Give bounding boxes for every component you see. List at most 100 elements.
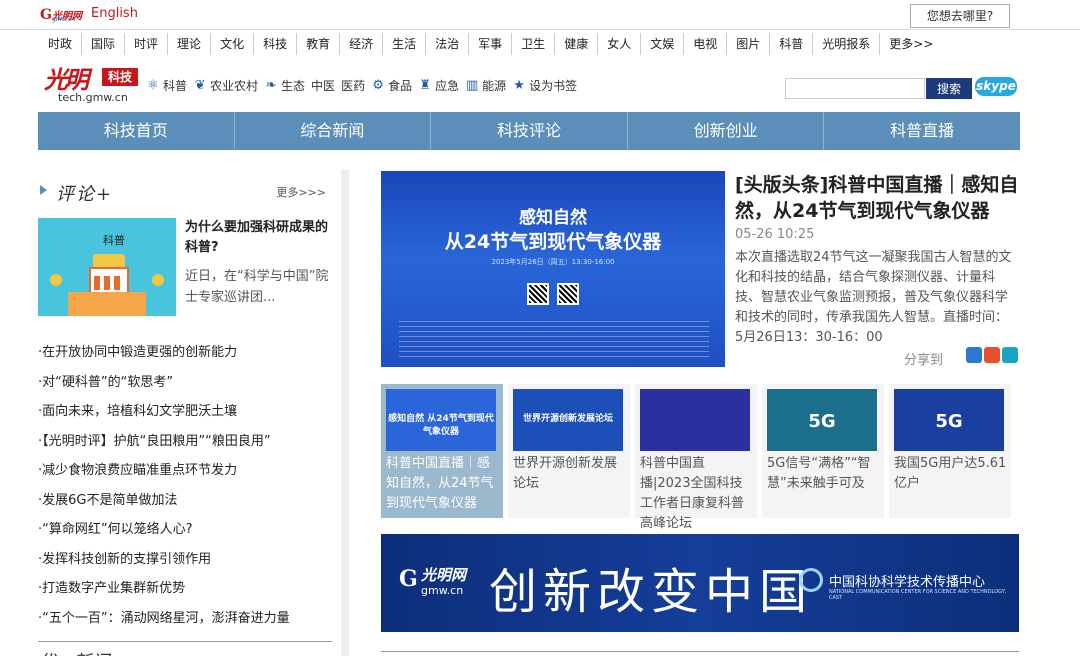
channel-link[interactable]: 光明报系 <box>812 33 879 55</box>
thumbnail-image[interactable]: 5G <box>894 389 1004 451</box>
thumbnail-caption[interactable]: 世界开源创新发展论坛 <box>513 454 627 494</box>
banner-slogan: 创新改变中国 <box>489 564 814 620</box>
news-list-item[interactable]: ·【光明时评】护航“良田粮用”“粮田良用” <box>38 427 332 457</box>
more-link[interactable]: 更多>>> <box>276 184 326 200</box>
channel-link[interactable]: 经济 <box>339 33 382 55</box>
wheat-icon: ❦ <box>194 77 206 93</box>
headline-image[interactable]: 感知自然 从24节气到现代气象仪器 2023年5月26日（周五）13:30-16… <box>381 171 725 367</box>
thumbnail-item[interactable]: 世界开源创新发展论坛 世界开源创新发展论坛 <box>508 384 630 518</box>
leaf-icon: ❧ <box>265 77 277 93</box>
thumbnail-caption[interactable]: 5G信号“满格”“智慧”未来触手可及 <box>767 454 881 494</box>
siren-icon: ♜ <box>419 77 431 93</box>
channel-link[interactable]: 法治 <box>425 33 468 55</box>
section-title: 评论+ <box>56 184 114 205</box>
category-link[interactable]: ★ 设为书签 <box>512 77 577 94</box>
channel-link[interactable]: 健康 <box>554 33 597 55</box>
channel-link[interactable]: 时政 <box>40 33 81 55</box>
thumbnail-image[interactable]: 感知自然 从24节气到现代气象仪器 <box>386 389 496 451</box>
news-list-item[interactable]: ·减少食物浪费应瞄准重点环节发力 <box>38 456 332 486</box>
gmw-logo[interactable]: G 光明网 gmw.cn <box>40 7 84 23</box>
category-link[interactable]: ♜ 应急 <box>418 77 459 94</box>
feature-desc: 近日，在“科学与中国”院士专家巡讲团... <box>185 269 329 305</box>
category-label: 应急 <box>435 79 460 93</box>
thumbnail-caption[interactable]: 科普中国直播｜感知自然，从24节气到现代气象仪器 <box>386 454 500 514</box>
channel-link[interactable]: 文化 <box>210 33 253 55</box>
news-list-item[interactable]: ·打造数字产业集群新优势 <box>38 574 332 604</box>
main-nav-item[interactable]: 科技首页 <box>38 112 234 150</box>
channel-link[interactable]: 教育 <box>296 33 339 55</box>
channel-link[interactable]: 女人 <box>597 33 640 55</box>
wechat-share-icon[interactable] <box>1002 347 1018 363</box>
banner-logo-g: G <box>399 566 418 592</box>
share-label: 分享到 <box>904 353 944 368</box>
news-list-item[interactable]: ·“算命网红”何以笼络人心? <box>38 515 332 545</box>
category-label: 科普 <box>163 79 188 93</box>
news-list-item[interactable]: ·对“硬科普”的“软思考” <box>38 368 332 398</box>
channel-link[interactable]: 理论 <box>167 33 210 55</box>
category-link[interactable]: ❦ 农业农村 <box>193 77 258 94</box>
channel-link[interactable]: 图片 <box>726 33 769 55</box>
category-label: 中医 <box>311 79 336 93</box>
qzone-share-icon[interactable] <box>966 347 982 363</box>
thumbnail-item[interactable]: 5G 5G信号“满格”“智慧”未来触手可及 <box>762 384 884 518</box>
channel-nav: 时政 国际 时评 理论 文化 科技 教育 经济 生活 法治 军事 卫生 健康 女人 文娱 电视 图片 科普 光明报系… <box>40 33 942 55</box>
thumbnail-image-text: 5G <box>808 411 836 432</box>
weibo-share-icon[interactable] <box>984 347 1000 363</box>
category-link[interactable]: ▥ 能源 <box>465 77 506 94</box>
category-link[interactable]: 中医 <box>311 77 335 94</box>
star-icon: ★ <box>513 77 525 93</box>
main-nav-item[interactable]: 科技评论 <box>430 112 627 150</box>
channel-link[interactable]: 卫生 <box>511 33 554 55</box>
innovation-banner[interactable]: G 光明网 gmw.cn 创新改变中国 中国科协科学技术传播中心 NATIONA… <box>381 534 1019 632</box>
channel-link[interactable]: 更多>> <box>879 33 942 55</box>
site-logo-brand: 光明 <box>44 65 89 94</box>
news-list-item[interactable]: ·面向未来，培植科幻文学肥沃土壤 <box>38 397 332 427</box>
news-list-item[interactable]: ·发展6G不是简单做加法 <box>38 486 332 516</box>
channel-link[interactable]: 军事 <box>468 33 511 55</box>
gmw-logo-sub: gmw.cn <box>52 16 76 23</box>
headline-title[interactable]: [头版头条]科普中国直播｜感知自然，从24节气到现代气象仪器 <box>735 172 1020 224</box>
category-link[interactable]: ❧ 生态 <box>264 77 305 94</box>
gmw-logo-g: G <box>40 7 52 23</box>
channel-link[interactable]: 时评 <box>124 33 167 55</box>
main-nav-item[interactable]: 综合新闻 <box>233 112 431 150</box>
headline-image-line1: 感知自然 <box>519 208 587 228</box>
channel-link[interactable]: 电视 <box>683 33 726 55</box>
feature-title[interactable]: 为什么要加强科研成果的科普? <box>185 218 332 258</box>
where-to-go-button[interactable]: 您想去哪里? <box>910 4 1010 28</box>
main-nav-item[interactable]: 创新创业 <box>626 112 824 150</box>
category-label: 生态 <box>281 79 306 93</box>
thumbnail-caption[interactable]: 科普中国直播|2023全国科技工作者日康复科普高峰论坛 <box>640 454 754 534</box>
atom-icon: ⚛ <box>147 77 159 93</box>
news-list-item[interactable]: ·在开放协同中锻造更强的创新能力 <box>38 338 332 368</box>
thumbnail-item[interactable]: 科普中国直播|2023全国科技工作者日康复科普高峰论坛 <box>635 384 757 531</box>
channel-link[interactable]: 科技 <box>253 33 296 55</box>
category-link[interactable]: ⚙ 食品 <box>371 77 412 94</box>
thumbnail-image-text: 感知自然 从24节气到现代气象仪器 <box>388 414 494 437</box>
channel-link[interactable]: 科普 <box>769 33 812 55</box>
news-list-item[interactable]: ·发挥科技创新的支撑引领作用 <box>38 545 332 575</box>
search-button[interactable]: 搜索 <box>926 78 972 99</box>
english-link[interactable]: English <box>91 6 138 21</box>
site-logo[interactable]: 光明 科技 tech.gmw.cn <box>40 60 140 106</box>
thumbnail-caption[interactable]: 我国5G用户达5.61亿户 <box>894 454 1008 494</box>
channel-link[interactable]: 国际 <box>81 33 124 55</box>
search-input[interactable] <box>785 78 925 99</box>
thumbnail-item[interactable]: 感知自然 从24节气到现代气象仪器科普中国直播｜感知自然，从24节气到现代气象仪… <box>381 384 503 518</box>
skype-icon[interactable]: skype <box>975 77 1017 96</box>
channel-link[interactable]: 生活 <box>382 33 425 55</box>
category-link[interactable]: 医药 <box>341 77 365 94</box>
thumbnail-image[interactable]: 5G <box>767 389 877 451</box>
thumbnail-item[interactable]: 5G 我国5G用户达5.61亿户 <box>889 384 1011 518</box>
category-label: 医药 <box>341 79 366 93</box>
share-icons <box>966 347 1018 363</box>
headline-image-line2: 从24节气到现代气象仪器 <box>444 231 662 253</box>
thumbnail-image[interactable]: 世界开源创新发展论坛 <box>513 389 623 451</box>
thumbnail-image[interactable] <box>640 389 750 451</box>
news-list: ·在开放协同中锻造更强的创新能力 ·对“硬科普”的“软思考” ·面向未来，培植科幻文… <box>38 338 332 633</box>
category-link[interactable]: ⚛ 科普 <box>146 77 187 94</box>
main-nav-item[interactable]: 科普直播 <box>823 112 1020 150</box>
channel-link[interactable]: 文娱 <box>640 33 683 55</box>
feature-image[interactable]: 科普 <box>38 218 176 316</box>
news-list-item[interactable]: ·“五个一百”：涌动网络星河，澎湃奋进力量 <box>38 604 332 634</box>
